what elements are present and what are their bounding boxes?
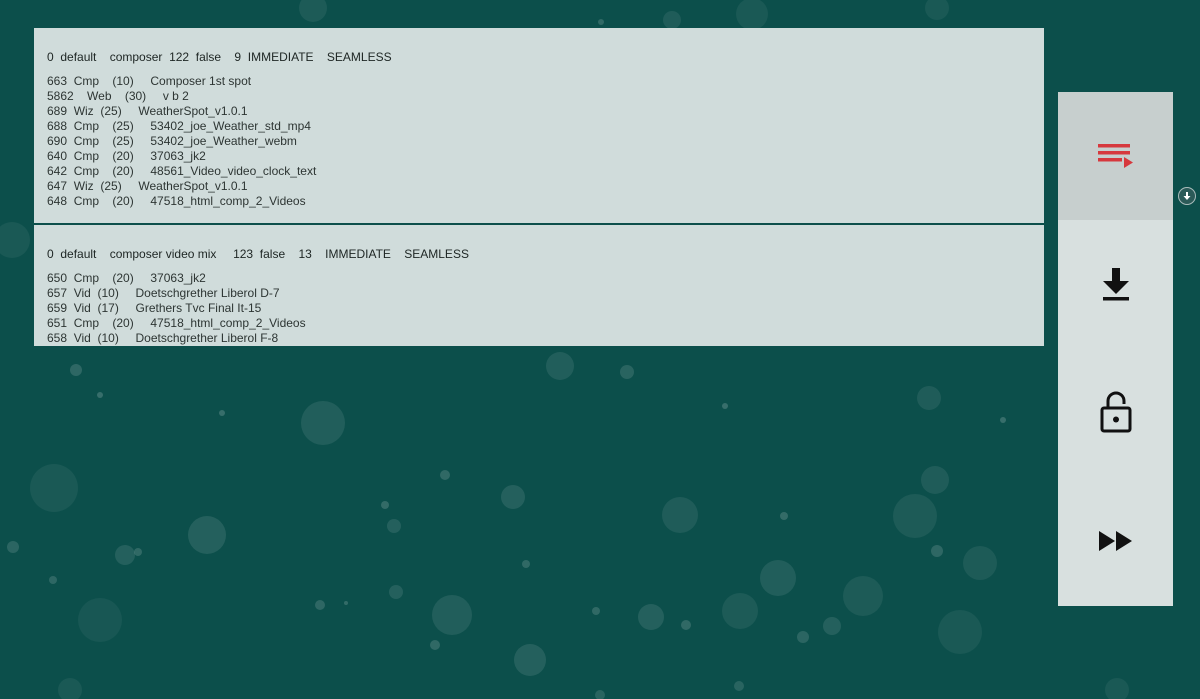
download-icon <box>1102 268 1129 301</box>
playlist-item[interactable]: 640 Cmp (20) 37063_jk2 <box>47 149 1044 164</box>
playlist-item[interactable]: 658 Vid (10) Doetschgrether Liberol F-8 <box>47 331 1044 346</box>
playlist-item[interactable]: 651 Cmp (20) 47518_html_comp_2_Videos <box>47 316 1044 331</box>
playlist-item[interactable]: 690 Cmp (25) 53402_joe_Weather_webm <box>47 134 1044 149</box>
playlist-item[interactable]: 657 Vid (10) Doetschgrether Liberol D-7 <box>47 286 1044 301</box>
playlist-header: 0 default composer 122 false 9 IMMEDIATE… <box>47 50 392 64</box>
playlist-panel[interactable]: 0 default composer video mix 123 false 1… <box>34 225 1044 346</box>
scroll-down-button[interactable] <box>1178 187 1196 205</box>
playlist-item[interactable]: 688 Cmp (25) 53402_joe_Weather_std_mp4 <box>47 119 1044 134</box>
fast-forward-icon <box>1098 531 1132 551</box>
playlist-button[interactable] <box>1058 92 1173 220</box>
playlist-item[interactable]: 689 Wiz (25) WeatherSpot_v1.0.1 <box>47 104 1044 119</box>
playlist-item[interactable]: 659 Vid (17) Grethers Tvc Final It-15 <box>47 301 1044 316</box>
download-button[interactable] <box>1058 220 1173 348</box>
arrow-down-circle-icon <box>1183 192 1191 200</box>
playlist-header: 0 default composer video mix 123 false 1… <box>47 247 469 261</box>
lock-open-icon <box>1100 391 1131 433</box>
playlist-item[interactable]: 648 Cmp (20) 47518_html_comp_2_Videos <box>47 194 1044 209</box>
playlist-item[interactable]: 650 Cmp (20) 37063_jk2 <box>47 271 1044 286</box>
playlist-item[interactable]: 5862 Web (30) v b 2 <box>47 89 1044 104</box>
playlist-item[interactable]: 647 Wiz (25) WeatherSpot_v1.0.1 <box>47 179 1044 194</box>
control-sidebar <box>1058 92 1173 606</box>
playlist-play-icon <box>1097 144 1133 168</box>
playlist-item[interactable]: 642 Cmp (20) 48561_Video_video_clock_tex… <box>47 164 1044 179</box>
lock-button[interactable] <box>1058 348 1173 476</box>
playlist-item[interactable]: 663 Cmp (10) Composer 1st spot <box>47 74 1044 89</box>
skip-button[interactable] <box>1058 477 1173 605</box>
playlist-panel[interactable]: 0 default composer 122 false 9 IMMEDIATE… <box>34 28 1044 223</box>
